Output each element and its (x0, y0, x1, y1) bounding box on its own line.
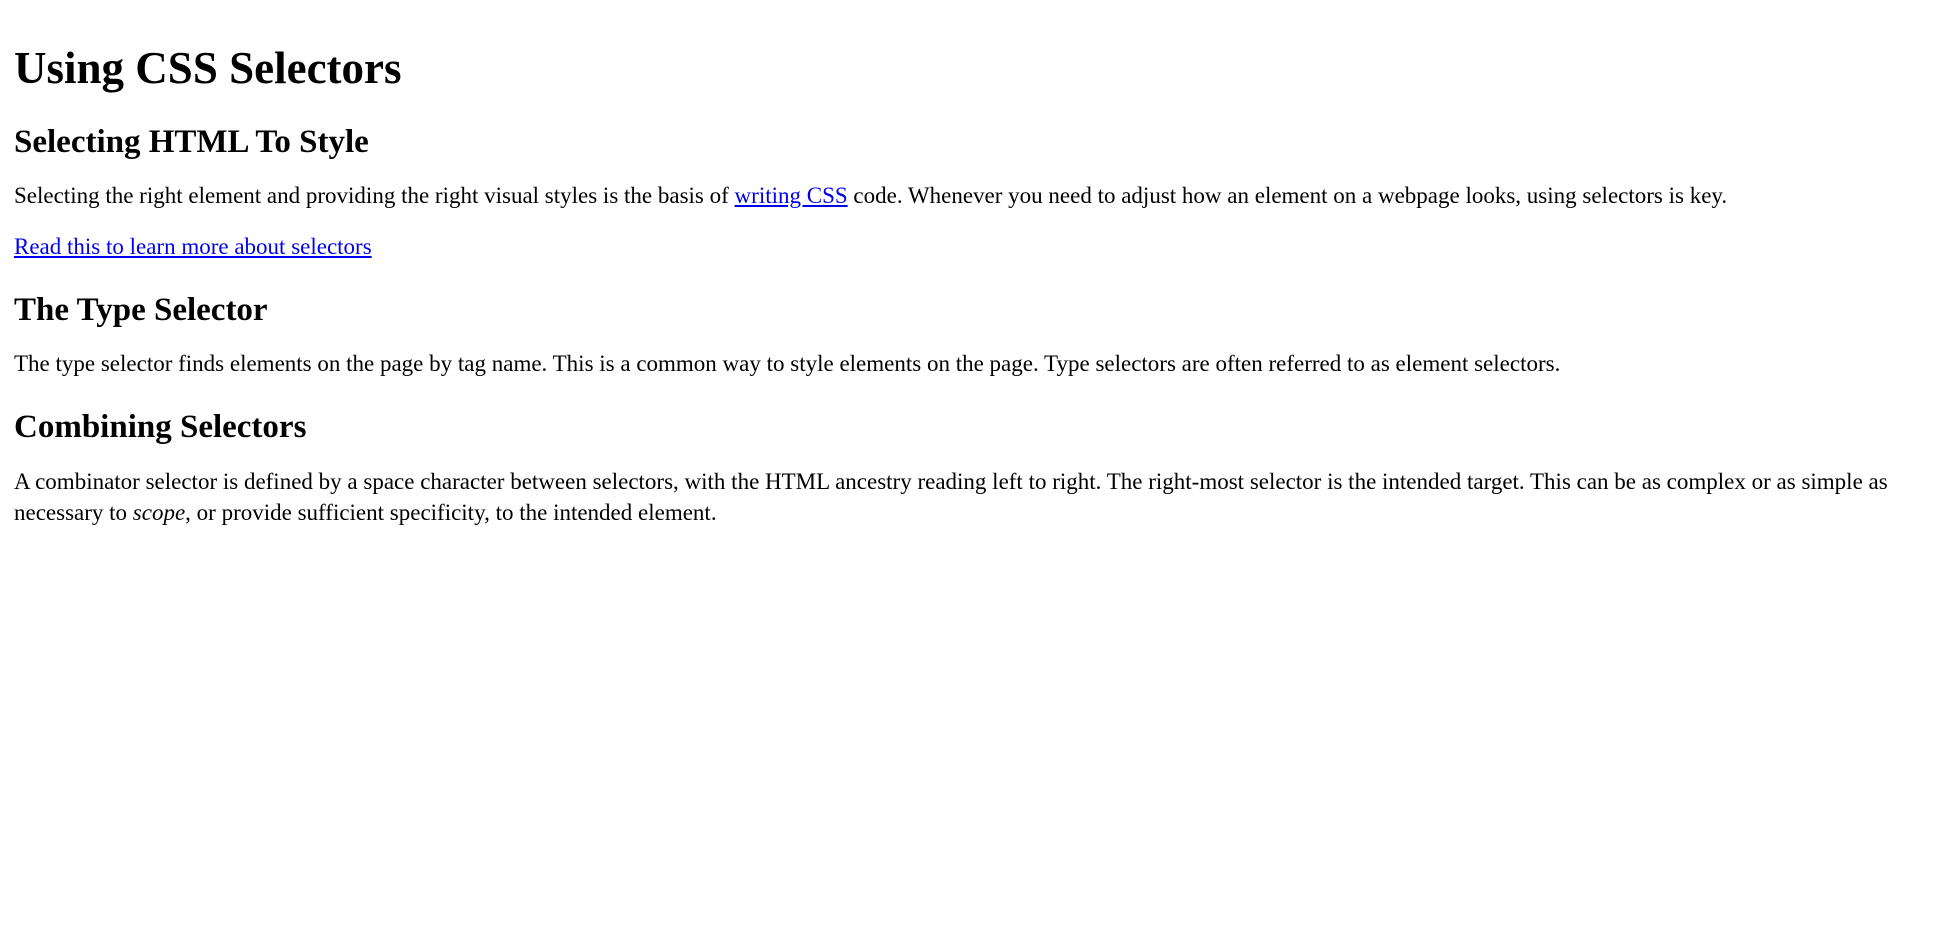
section-heading-combining-selectors: Combining Selectors (14, 409, 1926, 445)
section-heading-type-selector: The Type Selector (14, 292, 1926, 328)
scope-emphasis: scope (133, 500, 185, 525)
intro-paragraph: Selecting the right element and providin… (14, 180, 1926, 211)
writing-css-link[interactable]: writing CSS (735, 183, 848, 208)
learn-more-link[interactable]: Read this to learn more about selectors (14, 234, 372, 259)
section-heading-selecting-html: Selecting HTML To Style (14, 124, 1926, 160)
intro-text-part1: Selecting the right element and providin… (14, 183, 735, 208)
combining-text-part2: , or provide sufficient specificity, to … (185, 500, 716, 525)
intro-text-part2: code. Whenever you need to adjust how an… (848, 183, 1728, 208)
type-selector-paragraph: The type selector finds elements on the … (14, 348, 1926, 379)
combining-selectors-paragraph: A combinator selector is defined by a sp… (14, 466, 1926, 528)
page-title: Using CSS Selectors (14, 44, 1926, 94)
learn-more-paragraph: Read this to learn more about selectors (14, 231, 1926, 262)
